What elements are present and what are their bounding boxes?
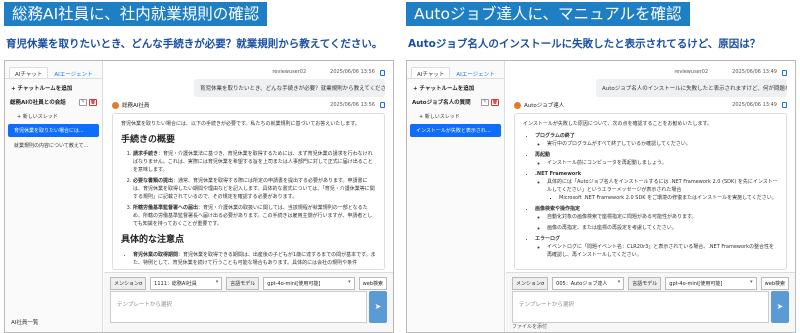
app-window: AIチャット AIエージェント + チャットルームを追加 Autoジョブ名人の質…	[406, 60, 796, 333]
mention-label: メンションσ	[512, 277, 549, 290]
conversation-title: 総務AIの社員との会話	[10, 100, 66, 106]
bot-message-header: 総務AI社員 2025/06/06 13:56	[112, 101, 385, 109]
left-panel: 総務AI社員に、社内就業規則の確認 育児休業を取りたいとき、どんな手続きが必要？…	[4, 0, 396, 333]
app-window: AIチャット AIエージェント + チャットルームを追加 総務AIの社員との会話…	[4, 60, 394, 333]
new-thread-button[interactable]: + 新しいスレッド	[407, 110, 504, 122]
model-select[interactable]: gpt-4o-mini[使用可能]	[665, 277, 757, 290]
list-item: 必要な書類の提出：通常、育児休業を取得する際には所定の申請書を提出する必要があり…	[133, 177, 376, 201]
web-search-toggle[interactable]: web検索	[358, 277, 387, 290]
conversation-row[interactable]: 総務AIの社員との会話 ✎ 🗑	[5, 94, 102, 110]
attach-file-link[interactable]: ファイルを添付	[512, 323, 547, 330]
list-item: 所轄労働基準監督署への届出：育児・介護休業の取扱いに関しては、当該規程が就業規則…	[133, 204, 376, 228]
sub-item: インストール前にコンピュータを再起動しましょう。	[547, 159, 778, 167]
bot-intro: インストールが失敗した原因について、次の点を確認することをお勧めいたします。	[523, 121, 713, 127]
add-chatroom-button[interactable]: + チャットルームを追加	[5, 79, 102, 94]
list-item: .NET Framework 具体的には「Autoジョブ名人をインストールするに…	[535, 170, 778, 202]
delete-icon[interactable]: 🗑	[89, 98, 97, 106]
timestamp: 2025/06/06 13:49	[732, 102, 777, 108]
sub-item: 自動化対象の画像検索で座標指定に問題がある可能性があります。	[547, 213, 778, 221]
list-item: エラーログ イベントログに「問題イベント名：CLR20r3」と表示されている場合…	[535, 235, 778, 259]
tab-ai-agent[interactable]: AIエージェント	[450, 67, 500, 78]
new-thread-button[interactable]: + 新しいスレッド	[5, 110, 102, 122]
section-heading: 具体的な注意点	[121, 235, 185, 246]
bot-message: 育児休業を取りたい場合には、以下の手続きが必要です。私たちの就業規則に基づいてお…	[112, 113, 385, 270]
edit-icon[interactable]: ✎	[79, 98, 87, 106]
right-panel: Autoジョブ達人に、マニュアルを確認 Autoジョブ名人のインストールに失敗し…	[406, 0, 798, 333]
list-item: 再起動 インストール前にコンピュータを再起動しましょう。	[535, 151, 778, 167]
bot-intro: 育児休業を取りたい場合には、以下の手続きが必要です。私たちの就業規則に基づいてお…	[121, 121, 360, 127]
bot-name: 総務AI社員	[122, 103, 150, 109]
avatar	[112, 101, 119, 109]
model-label: 言語モデル	[628, 277, 662, 290]
section-heading: 手続きの概要	[121, 135, 176, 145]
thread-item[interactable]: 就業規則の内容について教えて...	[8, 139, 99, 152]
list-item: プログラムの終了 実行中のプログラムがすべて終了しているか確認してください。	[535, 132, 778, 148]
banner-title: 総務AI社員に、社内就業規則の確認	[4, 2, 268, 26]
avatar	[514, 101, 521, 109]
conversation-title: Autoジョブ名人の質問	[412, 100, 471, 106]
tab-ai-agent[interactable]: AIエージェント	[48, 67, 98, 78]
sidebar-tabs: AIチャット AIエージェント	[5, 61, 102, 79]
tab-ai-chat[interactable]: AIチャット	[9, 67, 49, 78]
composer: メンションσ 005：Autoジョブ達人 言語モデル gpt-4o-mini[使…	[506, 272, 795, 332]
copy-icon[interactable]	[380, 70, 385, 76]
sub-item: 画像の再指定、または座標の再設定を考慮してください。	[547, 224, 778, 232]
banner-title: Autoジョブ達人に、マニュアルを確認	[406, 2, 690, 26]
sub-item: 具体的には「Autoジョブ名人をインストールするには .NET Framewor…	[547, 178, 778, 202]
question-caption: Autoジョブ名人のインストールに失敗したと表示されてるけど、原因は？	[408, 38, 761, 50]
user-message: Autoジョブ名人のインストールに失敗したと表示されますけど、何が問題なんだろう…	[596, 79, 787, 97]
send-button[interactable]: ➤	[369, 291, 387, 323]
message-input[interactable]: テンプレートから選択	[110, 291, 367, 323]
list-item: 画像検索や操作指定 自動化対象の画像検索で座標指定に問題がある可能性があります。…	[535, 205, 778, 232]
notes-list: 育児休業の取得期間：育児休業を取得できる期間は、出産後の子どもが1歳に達するまで…	[121, 251, 376, 267]
tab-ai-chat[interactable]: AIチャット	[411, 67, 451, 78]
copy-icon[interactable]	[782, 70, 787, 76]
sidebar-tabs: AIチャット AIエージェント	[407, 61, 504, 79]
question-caption: 育児休業を取りたいとき、どんな手続きが必要？就業規則から教えてください。	[6, 38, 383, 50]
copy-icon[interactable]	[782, 102, 787, 108]
checks-list: プログラムの終了 実行中のプログラムがすべて終了しているか確認してください。 再…	[523, 132, 778, 259]
message-input[interactable]: テンプレートから選択	[512, 291, 769, 323]
mention-select[interactable]: 1111：総務AI社員	[150, 277, 223, 290]
bot-message: インストールが失敗した原因について、次の点を確認することをお勧めいたします。 プ…	[514, 113, 787, 270]
list-item: 育児休業の取得期間：育児休業を取得できる期間は、出産後の子どもが1歳に達するまで…	[133, 251, 376, 267]
ai-staff-list-link[interactable]: AI社員一覧	[11, 318, 38, 326]
sub-item: Microsoft .NET Framework 2.0 SDK をご環境の修復…	[559, 194, 778, 202]
delete-icon[interactable]: 🗑	[491, 98, 499, 106]
composer-controls: メンションσ 005：Autoジョブ達人 言語モデル gpt-4o-mini[使…	[512, 277, 789, 290]
model-select[interactable]: gpt-4o-mini[使用可能]	[263, 277, 355, 290]
conversation-row[interactable]: Autoジョブ名人の質問 ✎ 🗑	[407, 94, 504, 110]
user-message-header: reviewuser02 2025/06/06 13:56	[272, 69, 385, 75]
user-message-header: reviewuser02 2025/06/06 13:49	[674, 69, 787, 75]
chat-main: reviewuser02 2025/06/06 13:56 育児休業を取りたいと…	[104, 61, 393, 332]
add-chatroom-button[interactable]: + チャットルームを追加	[407, 79, 504, 94]
composer-controls: メンションσ 1111：総務AI社員 言語モデル gpt-4o-mini[使用可…	[110, 277, 387, 290]
chat-main: reviewuser02 2025/06/06 13:49 Autoジョブ名人の…	[506, 61, 795, 332]
composer: メンションσ 1111：総務AI社員 言語モデル gpt-4o-mini[使用可…	[104, 272, 393, 332]
sub-item: 実行中のプログラムがすべて終了しているか確認してください。	[547, 140, 778, 148]
sub-item: イベントログに「問題イベント名：CLR20r3」と表示されている場合、.NET …	[547, 243, 778, 259]
send-button[interactable]: ➤	[771, 291, 789, 323]
mention-select[interactable]: 005：Autoジョブ達人	[552, 277, 625, 290]
sidebar: AIチャット AIエージェント + チャットルームを追加 Autoジョブ名人の質…	[407, 61, 505, 332]
model-label: 言語モデル	[226, 277, 260, 290]
bot-message-header: Autoジョブ達人 2025/06/06 13:49	[514, 101, 787, 109]
thread-item[interactable]: 育児休業を取りたい場合には...	[8, 124, 99, 137]
list-item: 請求手続き：育児・介護休業法に基づき、育児休業を取得するためには、まず育児休業の…	[133, 150, 376, 174]
user-message: 育児休業を取りたいとき、どんな手続きが必要？就業規則から教えてください。	[194, 79, 385, 97]
sidebar: AIチャット AIエージェント + チャットルームを追加 総務AIの社員との会話…	[5, 61, 103, 332]
username: reviewuser02	[674, 69, 709, 75]
timestamp: 2025/06/06 13:49	[732, 69, 777, 75]
mention-label: メンションσ	[110, 277, 147, 290]
edit-icon[interactable]: ✎	[481, 98, 489, 106]
web-search-toggle[interactable]: web検索	[760, 277, 789, 290]
steps-list: 請求手続き：育児・介護休業法に基づき、育児休業を取得するためには、まず育児休業の…	[121, 150, 376, 228]
copy-icon[interactable]	[380, 102, 385, 108]
thread-item[interactable]: インストールが失敗と表示されている...	[410, 124, 501, 137]
bot-name: Autoジョブ達人	[524, 103, 565, 109]
timestamp: 2025/06/06 13:56	[330, 69, 375, 75]
username: reviewuser02	[272, 69, 307, 75]
timestamp: 2025/06/06 13:56	[330, 102, 375, 108]
